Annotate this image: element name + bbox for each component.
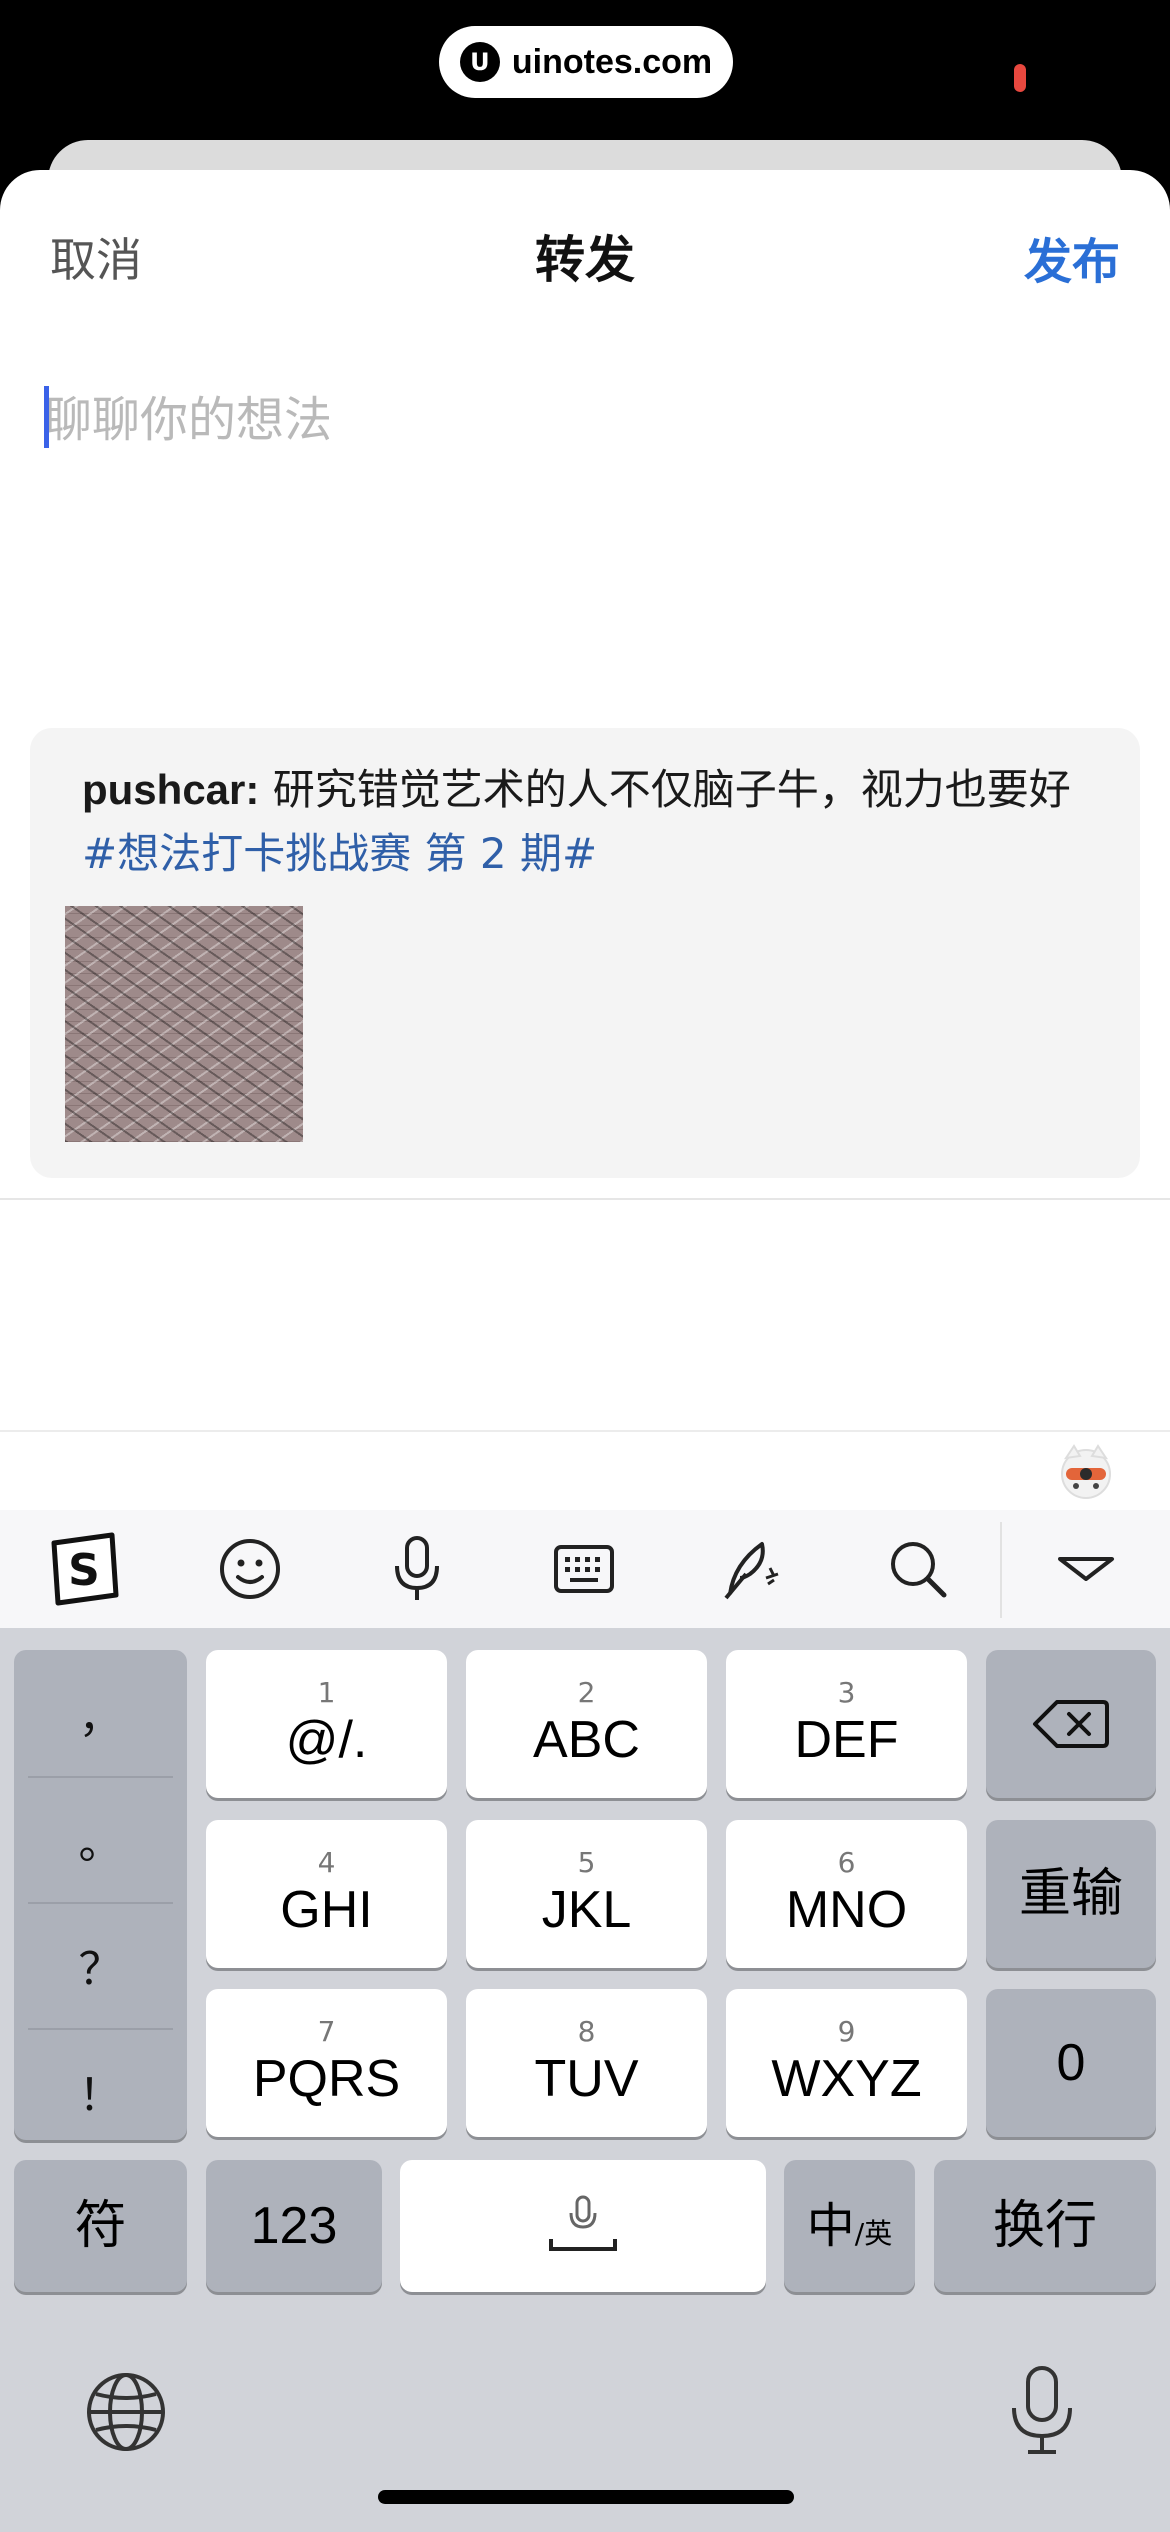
key-label: JKL bbox=[541, 1881, 632, 1939]
compose-input[interactable] bbox=[44, 380, 1124, 460]
newline-key[interactable]: 换行 bbox=[934, 2160, 1156, 2292]
key-label: 123 bbox=[250, 2197, 338, 2255]
key-4[interactable]: 4 GHI bbox=[206, 1820, 447, 1968]
key-3[interactable]: 3 DEF bbox=[726, 1650, 967, 1798]
emoji-icon[interactable] bbox=[208, 1527, 292, 1611]
lang-sub-label: /英 bbox=[854, 2217, 893, 2250]
backspace-key[interactable] bbox=[986, 1650, 1156, 1798]
key-label: 符 bbox=[74, 2196, 127, 2256]
key-label: WXYZ bbox=[771, 2050, 922, 2108]
microphone-icon[interactable] bbox=[375, 1527, 459, 1611]
key-1[interactable]: 1 @/. bbox=[206, 1650, 447, 1798]
globe-icon[interactable] bbox=[84, 2370, 168, 2454]
key-number: 4 bbox=[317, 1846, 336, 1879]
punct-key-period[interactable]: 。 bbox=[14, 1776, 187, 1902]
key-7[interactable]: 7 PQRS bbox=[206, 1989, 447, 2137]
key-number: 5 bbox=[577, 1846, 596, 1879]
punct-key-question[interactable]: ？ bbox=[14, 1902, 187, 2028]
key-6[interactable]: 6 MNO bbox=[726, 1820, 967, 1968]
key-number: 8 bbox=[577, 2015, 596, 2048]
key-number: 7 bbox=[317, 2015, 336, 2048]
collapse-icon[interactable] bbox=[1044, 1527, 1128, 1611]
key-number: 3 bbox=[837, 1676, 856, 1709]
home-indicator[interactable] bbox=[378, 2490, 794, 2504]
language-switch-key[interactable]: 中 /英 bbox=[784, 2160, 915, 2292]
punct-key-exclamation[interactable]: ！ bbox=[14, 2028, 187, 2154]
url-pill[interactable]: U uinotes.com bbox=[439, 26, 733, 98]
toolbar-separator bbox=[1000, 1522, 1002, 1618]
keyboard-icon[interactable] bbox=[542, 1527, 626, 1611]
handwriting-icon[interactable] bbox=[709, 1527, 793, 1611]
key-label: MNO bbox=[785, 1881, 908, 1939]
key-9[interactable]: 9 WXYZ bbox=[726, 1989, 967, 2137]
publish-button[interactable]: 发布 bbox=[1024, 222, 1120, 292]
reposted-image[interactable] bbox=[65, 906, 303, 1142]
divider bbox=[0, 1430, 1170, 1432]
svg-text:S: S bbox=[68, 1545, 100, 1596]
reposted-body: 研究错觉艺术的人不仅脑子牛，视力也要好 bbox=[259, 765, 1071, 814]
key-2[interactable]: 2 ABC bbox=[466, 1650, 707, 1798]
key-number: 9 bbox=[837, 2015, 856, 2048]
space-mic-icon bbox=[549, 2195, 617, 2251]
site-label: uinotes.com bbox=[511, 42, 713, 81]
punctuation-column: ， 。 ？ ！ bbox=[14, 1650, 187, 2140]
numbers-key[interactable]: 123 bbox=[206, 2160, 382, 2292]
mascot-icon[interactable] bbox=[1056, 1442, 1116, 1500]
punct-key-comma[interactable]: ， bbox=[14, 1650, 187, 1776]
key-number: 1 bbox=[317, 1676, 336, 1709]
key-label: 0 bbox=[1056, 2034, 1086, 2092]
key-8[interactable]: 8 TUV bbox=[466, 1989, 707, 2137]
key-label: GHI bbox=[280, 1881, 373, 1939]
key-label: TUV bbox=[534, 2050, 639, 2108]
key-label: DEF bbox=[794, 1711, 899, 1769]
reposted-username[interactable]: pushcar: bbox=[82, 766, 259, 813]
sogou-logo-icon[interactable]: S bbox=[42, 1527, 126, 1611]
page-title: 转发 bbox=[535, 231, 635, 289]
key-0[interactable]: 0 bbox=[986, 1989, 1156, 2137]
divider bbox=[0, 1198, 1170, 1200]
symbols-key[interactable]: 符 bbox=[14, 2160, 187, 2292]
key-label: ABC bbox=[533, 1711, 640, 1769]
lang-labels: 中 /英 bbox=[807, 2198, 892, 2254]
dictation-icon[interactable] bbox=[1004, 2364, 1080, 2456]
key-label: 重输 bbox=[1018, 1864, 1123, 1924]
key-number: 6 bbox=[837, 1846, 856, 1879]
text-caret bbox=[44, 386, 49, 448]
space-key[interactable] bbox=[400, 2160, 766, 2292]
reposted-text: pushcar: 研究错觉艺术的人不仅脑子牛，视力也要好 #想法打卡挑战赛 第 … bbox=[82, 758, 1092, 886]
key-5[interactable]: 5 JKL bbox=[466, 1820, 707, 1968]
key-number: 2 bbox=[577, 1676, 596, 1709]
recording-indicator bbox=[1014, 64, 1026, 92]
lang-main-label: 中 bbox=[806, 2198, 855, 2254]
site-logo-icon: U bbox=[459, 42, 500, 82]
hashtag-link[interactable]: #想法打卡挑战赛 第 2 期# bbox=[82, 829, 597, 878]
reenter-key[interactable]: 重输 bbox=[986, 1820, 1156, 1968]
search-icon[interactable] bbox=[876, 1527, 960, 1611]
key-label: PQRS bbox=[252, 2050, 401, 2108]
backspace-icon bbox=[1033, 1700, 1109, 1748]
key-label: 换行 bbox=[992, 2196, 1097, 2256]
key-label: @/. bbox=[285, 1711, 368, 1769]
